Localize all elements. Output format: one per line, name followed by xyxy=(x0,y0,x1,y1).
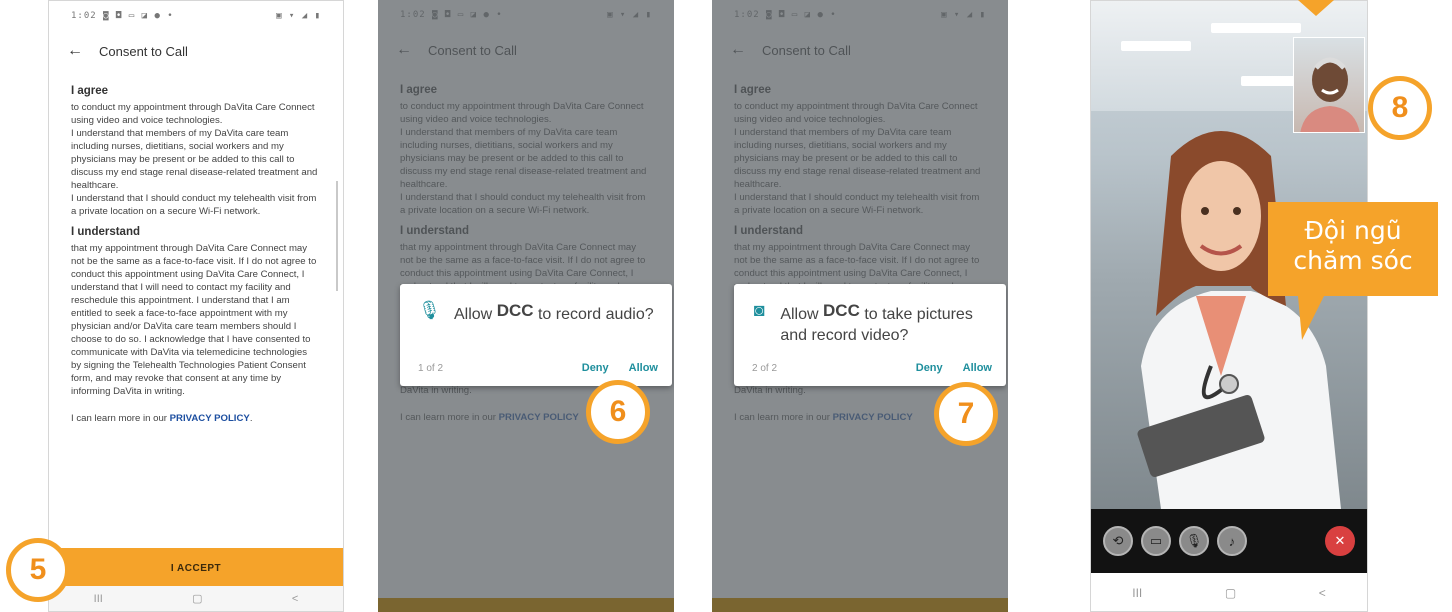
learn-more-period: . xyxy=(249,413,253,424)
recent-apps-icon[interactable]: III xyxy=(1132,586,1142,600)
speaker-icon[interactable]: ♪ xyxy=(1217,526,1247,556)
learn-more-line: I can learn more in our PRIVACY POLICY. xyxy=(71,412,319,425)
learn-more-text: I can learn more in our xyxy=(71,413,170,424)
app-bar: ← Consent to Call xyxy=(49,31,343,71)
step-badge-5: 5 xyxy=(6,538,70,602)
section-text-understand: that my appointment through DaVita Care … xyxy=(71,243,317,397)
status-bar: 1:02 ◙ ◘ ▭ ◪ ● • ▣ ▾ ◢ ▮ xyxy=(49,1,343,31)
step-badge-8: 8 xyxy=(1368,76,1432,140)
callout-line-1: Đội ngũ xyxy=(1304,216,1402,245)
section-heading-understand: I understand xyxy=(71,226,141,238)
phone-camera-permission: 1:02 ◙ ◘ ▭ ◪ ● • ▣ ▾ ◢ ▮ ← Consent to Ca… xyxy=(712,0,1008,612)
switch-camera-icon[interactable]: ⟲ xyxy=(1103,526,1133,556)
status-bar-left: 1:02 ◙ ◘ ▭ ◪ ● • xyxy=(71,11,174,21)
section-heading-agree: I agree xyxy=(71,85,109,97)
mute-microphone-icon[interactable]: 🎙 xyxy=(1179,526,1209,556)
dialog-counter: 2 of 2 xyxy=(752,362,778,374)
back-icon[interactable]: < xyxy=(1319,586,1326,600)
patient-avatar xyxy=(1300,57,1360,132)
accept-button[interactable]: I ACCEPT xyxy=(49,548,343,588)
scrollbar[interactable] xyxy=(336,181,338,291)
recent-apps-icon[interactable]: III xyxy=(94,593,103,605)
phone-consent-screen: 1:02 ◙ ◘ ▭ ◪ ● • ▣ ▾ ◢ ▮ ← Consent to Ca… xyxy=(48,0,344,612)
allow-button[interactable]: Allow xyxy=(629,362,658,374)
step-badge-6: 6 xyxy=(586,380,650,444)
dimmed-accept-button xyxy=(378,598,674,612)
back-arrow-icon[interactable]: ← xyxy=(67,42,83,60)
android-nav-bar: III ▢ < xyxy=(49,586,343,611)
dimmed-accept-button xyxy=(712,598,1008,612)
status-bar-right: ▣ ▾ ◢ ▮ xyxy=(276,11,321,21)
page-title: Consent to Call xyxy=(99,43,188,59)
permission-dialog-audio: 🎙 Allow DCC to record audio? 1 of 2 Deny… xyxy=(400,284,672,386)
dialog-message: to record audio? xyxy=(537,306,654,323)
home-icon[interactable]: ▢ xyxy=(1225,586,1236,600)
care-team-callout: Đội ngũ chăm sóc xyxy=(1268,202,1438,296)
back-icon[interactable]: < xyxy=(292,593,298,605)
dialog-app-name: DCC xyxy=(823,301,860,320)
consent-content: I agree to conduct my appointment throug… xyxy=(49,71,343,425)
microphone-icon: 🎙 xyxy=(418,300,441,320)
callout-pointer-top xyxy=(1298,0,1334,16)
home-icon[interactable]: ▢ xyxy=(192,592,202,605)
allow-button[interactable]: Allow xyxy=(963,362,992,374)
callout-line-2: chăm sóc xyxy=(1293,246,1413,275)
deny-button[interactable]: Deny xyxy=(916,362,943,374)
android-nav-bar: III ▢ < xyxy=(1091,573,1367,611)
video-toggle-icon[interactable]: ▭ xyxy=(1141,526,1171,556)
self-view-thumbnail[interactable] xyxy=(1293,37,1365,133)
step-badge-7: 7 xyxy=(934,382,998,446)
privacy-policy-link[interactable]: PRIVACY POLICY xyxy=(170,413,250,424)
call-controls: ⟲ ▭ 🎙 ♪ ✕ xyxy=(1091,509,1367,573)
deny-button[interactable]: Deny xyxy=(582,362,609,374)
section-text-agree: to conduct my appointment through DaVita… xyxy=(71,102,318,217)
dialog-prefix: Allow xyxy=(780,306,819,323)
callout-pointer-bottom xyxy=(1298,296,1324,340)
dialog-app-name: DCC xyxy=(496,301,534,320)
camera-icon: ◙ xyxy=(753,300,765,320)
dialog-counter: 1 of 2 xyxy=(418,362,444,374)
permission-dialog-camera: ◙ Allow DCC to take pictures and record … xyxy=(734,284,1006,386)
end-call-icon[interactable]: ✕ xyxy=(1325,526,1355,556)
dialog-prefix: Allow xyxy=(454,306,493,323)
phone-audio-permission: 1:02 ◙ ◘ ▭ ◪ ● • ▣ ▾ ◢ ▮ ← Consent to Ca… xyxy=(378,0,674,612)
